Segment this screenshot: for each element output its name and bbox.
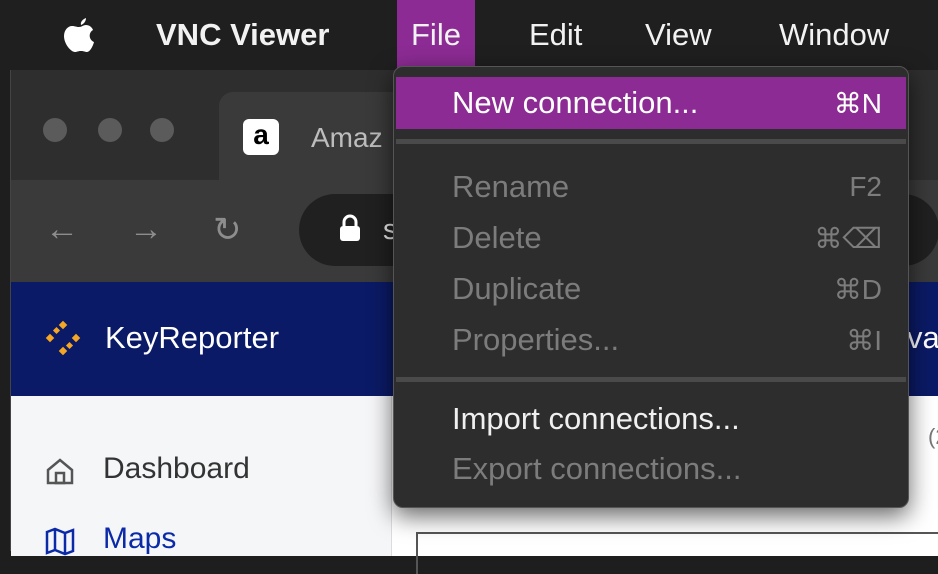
amazon-favicon-icon: a — [243, 119, 279, 155]
content-panel — [416, 532, 938, 574]
menu-file[interactable]: File — [397, 0, 475, 70]
menu-separator — [396, 139, 906, 144]
sidebar-item-label: Dashboard — [103, 452, 250, 485]
header-right-text: va — [907, 320, 938, 355]
back-arrow-icon[interactable]: ← — [45, 210, 79, 249]
menu-item-label: Export connections... — [452, 451, 742, 486]
menu-item-shortcut: ⌘N — [833, 88, 882, 119]
apple-icon[interactable] — [62, 16, 96, 54]
lock-icon — [340, 214, 360, 241]
file-menu-dropdown: New connection... ⌘N Rename F2 Delete ⌘⌫… — [393, 66, 909, 508]
app-name-menu[interactable]: VNC Viewer — [142, 0, 343, 70]
menu-bar: VNC Viewer File Edit View Window — [0, 0, 938, 70]
tab-title: Amaz — [311, 122, 383, 153]
menu-window[interactable]: Window — [765, 0, 903, 70]
menu-item-duplicate: Duplicate ⌘D — [396, 263, 906, 315]
menu-item-label: Duplicate — [452, 271, 582, 306]
menu-item-label: Rename — [452, 169, 570, 204]
menu-item-label: Delete — [452, 220, 542, 255]
content-hint-text: (2 — [928, 424, 938, 449]
forward-arrow-icon[interactable]: → — [129, 210, 163, 249]
menu-item-delete: Delete ⌘⌫ — [396, 212, 906, 264]
menu-separator — [396, 377, 906, 382]
zoom-window-button[interactable] — [150, 118, 174, 142]
menu-item-properties: Properties... ⌘I — [396, 314, 906, 366]
menu-item-export-connections: Export connections... — [396, 443, 906, 495]
menu-item-shortcut: ⌘D — [833, 274, 882, 305]
menu-item-rename: Rename F2 — [396, 161, 906, 213]
map-icon — [45, 527, 75, 556]
menu-item-label: Properties... — [452, 322, 620, 357]
menu-item-label: Import connections... — [452, 401, 740, 436]
brand-name: KeyReporter — [105, 320, 280, 355]
minimize-window-button[interactable] — [98, 118, 122, 142]
home-icon — [46, 458, 74, 485]
sidebar: Dashboard Maps — [11, 396, 392, 556]
menu-item-import-connections[interactable]: Import connections... — [396, 393, 906, 445]
menu-item-new-connection[interactable]: New connection... ⌘N — [396, 77, 906, 129]
keyreporter-logo-icon — [45, 320, 81, 356]
menu-item-shortcut: ⌘⌫ — [814, 223, 882, 254]
menu-item-shortcut: ⌘I — [846, 325, 882, 356]
menu-item-label: New connection... — [452, 85, 699, 120]
menu-edit[interactable]: Edit — [515, 0, 596, 70]
menu-view[interactable]: View — [631, 0, 726, 70]
reload-icon[interactable]: ↻ — [213, 210, 242, 250]
menu-item-shortcut: F2 — [849, 171, 882, 202]
close-window-button[interactable] — [43, 118, 67, 142]
